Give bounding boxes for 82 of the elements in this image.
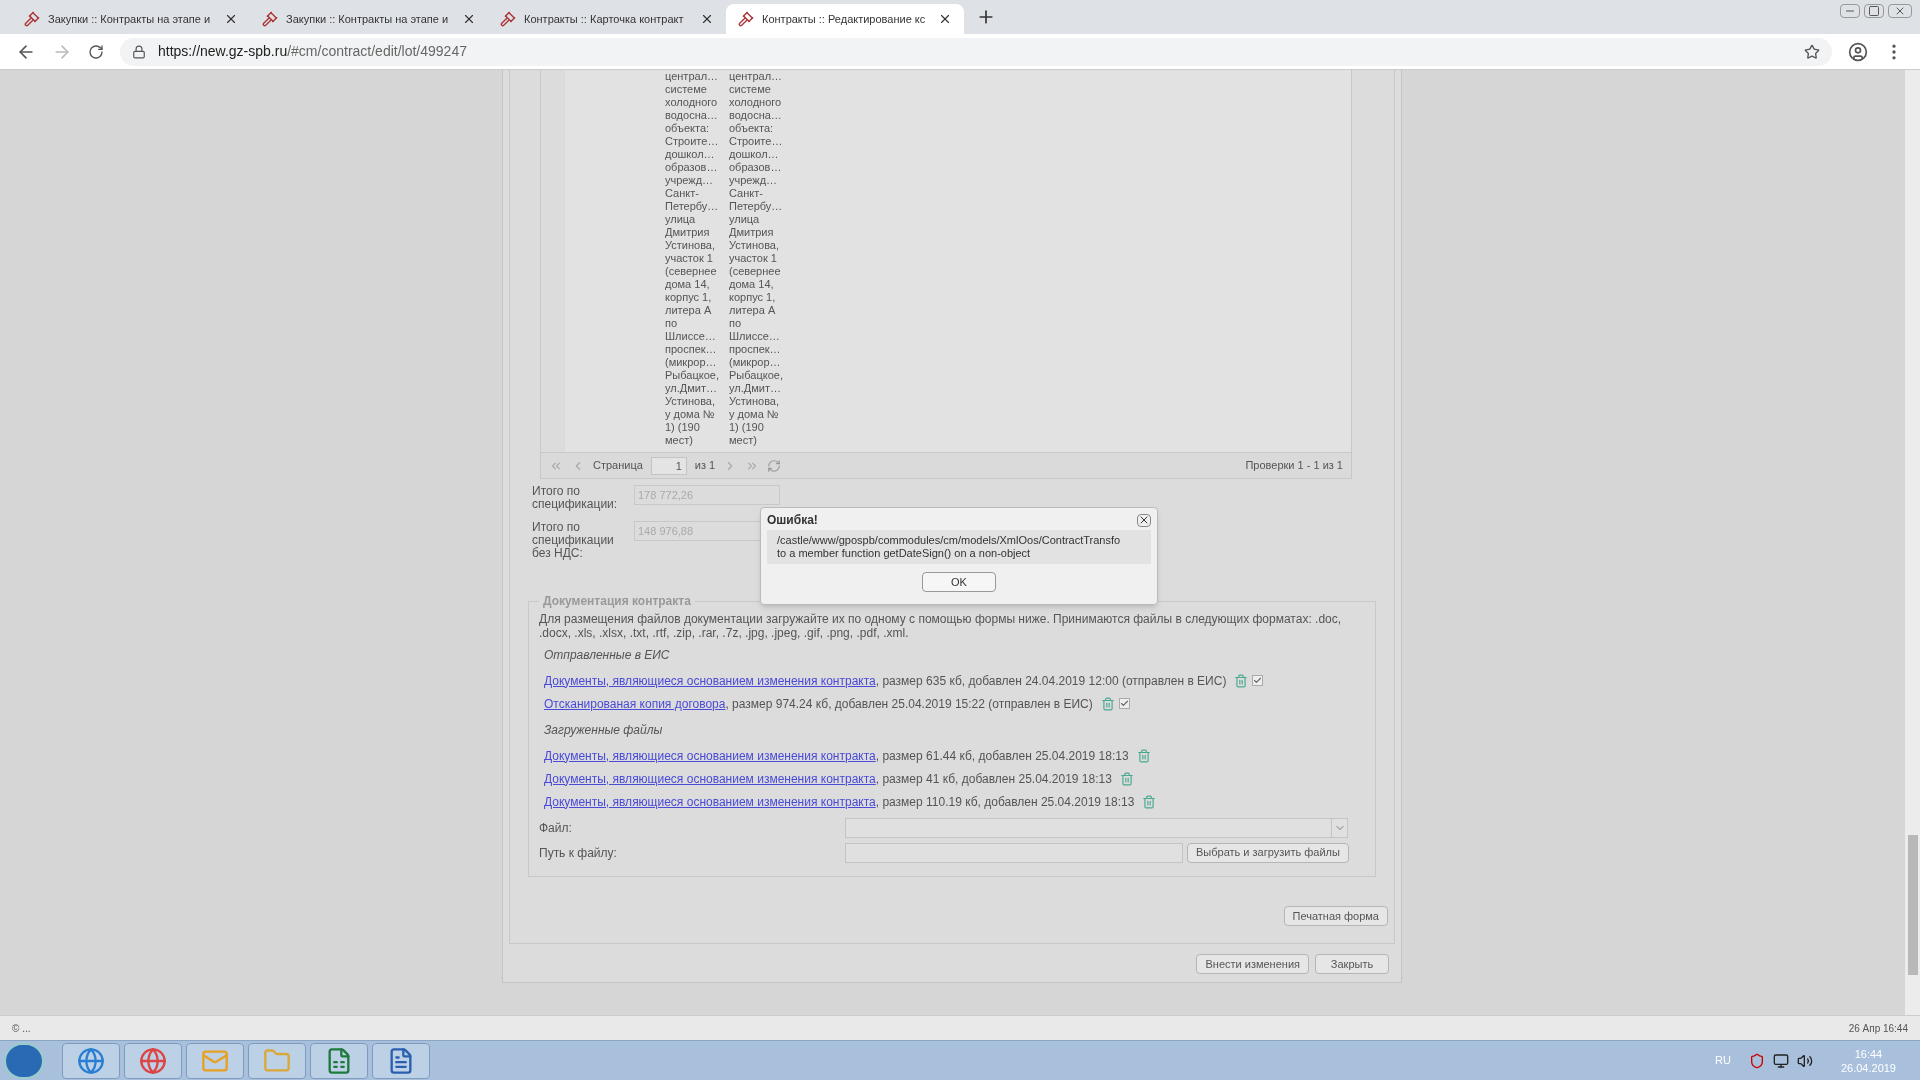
tab-title: Закупки :: Контракты на этапе и	[48, 11, 212, 27]
close-icon[interactable]	[224, 12, 238, 26]
tab-title: Контракты :: Карточка контракт	[524, 11, 685, 27]
taskbar-app[interactable]	[186, 1042, 244, 1079]
close-button[interactable]	[1137, 513, 1151, 527]
gavel-icon	[24, 11, 40, 27]
lock-icon	[132, 44, 146, 59]
taskbar-app[interactable]	[372, 1042, 430, 1079]
upload-button[interactable]: Выбрать и загрузить файлы	[1187, 842, 1349, 863]
table-cell-text: централ… системе холодного водосна… объекта: Строите… дошкол… образов… учрежд… Санкт- Петербу… улица Дмитрия Устинова, участок 1 (севернее дома 14, корпус 1, литера А по Шлиссе… проспек… (микрор… Рыбацкое, ул.Дмит… Устинова, у дома № 1) (190 мест)	[729, 70, 784, 448]
page-count: из 1	[694, 458, 716, 474]
page-label: Страница	[593, 458, 643, 474]
scrollbar[interactable]	[1905, 70, 1920, 1015]
bookmark-star-icon[interactable]	[1804, 43, 1820, 60]
file-entry: Документы, являющиеся основанием изменения контракта, размер 110.19 кб, добавлен 25.04.2019 18:13	[544, 793, 1135, 811]
close-icon[interactable]	[938, 12, 952, 26]
profile-icon[interactable]	[1848, 41, 1868, 62]
start-button[interactable]	[4, 1042, 44, 1079]
gavel-icon	[262, 11, 278, 27]
file-entry: Документы, являющиеся основанием изменения контракта, размер 635 кб, добавлен 24.04.2019 12:00 (отправлен в ЕИС)	[544, 672, 1227, 690]
trash-icon[interactable]	[1100, 696, 1115, 711]
browser-tab[interactable]: Контракты :: Карточка контракт	[488, 4, 726, 34]
restore-icon[interactable]	[1864, 4, 1884, 18]
file-link[interactable]: Документы, являющиеся основанием изменения контракта	[544, 771, 876, 786]
status-left: © ...	[12, 1021, 31, 1036]
checkbox[interactable]	[1252, 675, 1264, 686]
fieldset-legend: Документация контракта	[539, 592, 695, 610]
refresh-icon[interactable]	[767, 458, 782, 473]
file-entry: Отсканированая копия договора, размер 974.24 кб, добавлен 25.04.2019 15:22 (отправлен в ЕИС)	[544, 695, 1093, 713]
upload-instructions: Для размещения файлов документации загружайте их по одному с помощью формы ниже. Принимаются файлы в следующих форматах: .doc, .docx, .xls, .xlsx, .txt, .rtf, .zip, .rar, .7z, .jpg, .jpeg, .gif, .png, .pdf, .xml.	[539, 612, 1343, 640]
checkbox[interactable]	[1118, 698, 1130, 709]
clock-date: 26.04.2019	[1840, 1060, 1896, 1075]
form-button[interactable]: Внести изменения	[1196, 954, 1309, 974]
print-button[interactable]: Печатная форма	[1283, 906, 1388, 926]
close-icon[interactable]	[1888, 4, 1912, 18]
taskbar-app[interactable]	[248, 1042, 306, 1079]
clock-time: 16:44	[1854, 1046, 1883, 1061]
total-label: Итого по спецификации без НДС:	[532, 521, 615, 560]
browser-tab[interactable]: Закупки :: Контракты на этапе и	[250, 4, 488, 34]
close-icon[interactable]	[700, 12, 714, 26]
globe-icon	[139, 1046, 167, 1075]
path-field[interactable]	[845, 842, 1183, 863]
taskbar-app[interactable]	[62, 1042, 120, 1079]
ok-button[interactable]: OK	[922, 572, 996, 592]
total-label: Итого по спецификации:	[532, 485, 619, 511]
pager-summary: Проверки 1 - 1 из 1	[1245, 458, 1343, 474]
table-cell-text: централ… системе холодного водосна… объекта: Строите… дошкол… образов… учрежд… Санкт- Петербу… улица Дмитрия Устинова, участок 1 (севернее дома 14, корпус 1, литера А по Шлиссе… проспек… (микрор… Рыбацкое, ул.Дмит… Устинова, у дома № 1) (190 мест)	[665, 70, 720, 448]
globe-icon	[77, 1046, 105, 1075]
file-entry: Документы, являющиеся основанием изменения контракта, размер 61.44 кб, добавлен 25.04.2019 18:13	[544, 747, 1129, 765]
folder-icon	[263, 1046, 291, 1075]
error-message: /castle/www/gpospb/commodules/cm/models/XmlOos/ContractTransfo to a member function getDateSign() on a non-object	[767, 530, 1151, 564]
trash-icon[interactable]	[1142, 794, 1157, 809]
page-field[interactable]: 1	[650, 456, 687, 475]
address-field[interactable]: https://new.gz-spb.ru/#cm/contract/edit/lot/499247	[120, 37, 1832, 66]
url-text: https://new.gz-spb.ru/#cm/contract/edit/lot/499247	[158, 42, 467, 61]
file-link[interactable]: Документы, являющиеся основанием изменения контракта	[544, 794, 876, 809]
field-label: Файл:	[539, 819, 573, 837]
taskbar-app[interactable]	[310, 1042, 368, 1079]
taskbar-app[interactable]	[124, 1042, 182, 1079]
trash-icon[interactable]	[1136, 748, 1151, 763]
tab-title: Закупки :: Контракты на этапе и	[286, 11, 450, 27]
gavel-icon	[738, 11, 754, 27]
gavel-icon	[500, 11, 516, 27]
group-heading: Отправленные в ЕИС	[544, 647, 671, 664]
reload-icon[interactable]	[88, 43, 104, 60]
trash-icon[interactable]	[1119, 771, 1134, 786]
field-label: Путь к файлу:	[539, 844, 618, 862]
close-icon[interactable]	[462, 12, 476, 26]
status-datetime: 26 Апр 16:44	[1848, 1021, 1908, 1036]
monitor-icon[interactable]	[1772, 1052, 1789, 1069]
file-entry: Документы, являющиеся основанием изменения контракта, размер 41 кб, добавлен 25.04.2019 18:13	[544, 770, 1112, 788]
shield-icon[interactable]	[1748, 1052, 1765, 1069]
form-button[interactable]: Закрыть	[1315, 954, 1389, 974]
file-link[interactable]: Документы, являющиеся основанием изменения контракта	[544, 673, 876, 688]
trash-icon[interactable]	[1234, 673, 1249, 688]
close-icon	[1138, 514, 1150, 526]
tab-title: Контракты :: Редактирование кс	[762, 11, 927, 27]
file-link[interactable]: Документы, являющиеся основанием изменения контракта	[544, 748, 876, 763]
volume-icon[interactable]	[1796, 1052, 1813, 1069]
browser-tab[interactable]: Закупки :: Контракты на этапе и	[12, 4, 250, 34]
group-heading: Загруженные файлы	[544, 722, 664, 739]
browser-tab[interactable]: Контракты :: Редактирование кс	[726, 4, 964, 34]
